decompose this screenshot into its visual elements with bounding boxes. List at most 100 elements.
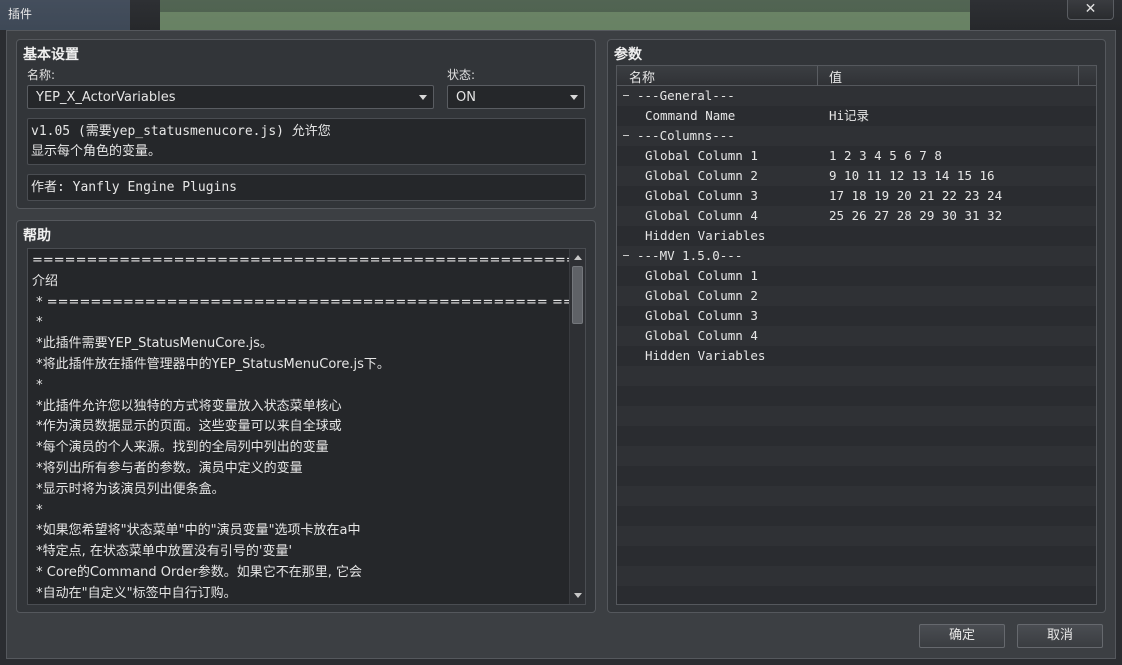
help-line: *此插件允许您以独特的方式将变量放入状态菜单核心 [32,398,342,414]
description-box: v1.05 (需要yep_statusmenucore.js) 允许您 显示每个角… [27,118,586,165]
collapse-icon[interactable] [623,95,629,96]
author-box: 作者: Yanfly Engine Plugins [27,174,586,201]
parameter-name: Global Column 3 [645,308,758,323]
ok-button[interactable]: 确定 [919,624,1005,648]
status-label: 状态: [447,68,476,82]
close-icon: ✕ [1084,1,1097,17]
scroll-up-icon[interactable] [574,255,582,260]
parameter-group-row[interactable]: ---Columns--- [617,126,1096,146]
close-button[interactable]: ✕ [1067,0,1114,20]
help-line: * [32,315,43,331]
help-line: *自动在"自定义"标签中自行订购。 [32,585,237,601]
status-select[interactable]: ON [447,85,585,109]
empty-row [617,426,1096,446]
empty-row [617,466,1096,486]
column-header-value[interactable]: 值 [829,67,842,86]
parameter-name: Global Column 2 [645,168,758,183]
parameter-name: ---MV 1.5.0--- [637,248,743,263]
parameter-row[interactable]: Hidden Variables [617,226,1096,246]
help-line: *将列出所有参与者的参数。演员中定义的变量 [32,460,303,476]
empty-row [617,366,1096,386]
parameter-name: Command Name [645,108,736,123]
help-text-area[interactable]: ========================================… [27,248,586,605]
parameter-row[interactable]: Command Name Hi记录 [617,106,1096,126]
empty-row [617,406,1096,426]
plugin-name-value: YEP_X_ActorVariables [36,90,176,105]
empty-row [617,566,1096,586]
parameters-header: 名称 值 [617,66,1096,86]
help-line: *特定点, 在状态菜单中放置没有引号的'变量' [32,544,293,560]
description-line: 显示每个角色的变量。 [31,144,162,159]
empty-row [617,586,1096,604]
parameter-value: Hi记录 [829,108,870,123]
help-text-lines: ========================================… [32,251,570,604]
parameter-name: Hidden Variables [645,348,766,363]
help-line: * ======================================… [36,294,570,310]
help-line: ========================================… [32,253,570,268]
plugin-name-select[interactable]: YEP_X_ActorVariables [27,85,434,109]
help-line: * Core的Command Order参数。如果它不在那里, 它会 [32,564,363,580]
column-header-name[interactable]: 名称 [629,67,655,86]
parameter-name: Global Column 2 [645,288,758,303]
empty-row [617,486,1096,506]
parameter-name: ---General--- [637,88,735,103]
scroll-down-icon[interactable] [574,593,582,598]
empty-row [617,386,1096,406]
column-divider[interactable] [1078,66,1079,86]
parameter-value: 25 26 27 28 29 30 31 32 [829,208,1003,223]
parameter-value: 9 10 11 12 13 14 15 16 [829,168,995,183]
parameter-name: Hidden Variables [645,228,766,243]
title-bar: 插件 ✕ [0,0,1122,30]
help-line: *如果您希望将"状态菜单"中的"演员变量"选项卡放在a中 [32,523,361,539]
parameter-name: Global Column 4 [645,208,758,223]
description-line: v1.05 (需要yep_statusmenucore.js) 允许您 [31,124,331,139]
name-label: 名称: [27,68,56,82]
help-line: *作为演员数据显示的页面。这些变量可以来自全球或 [32,419,342,435]
parameter-row[interactable]: Global Column 2 [617,286,1096,306]
parameter-name: Global Column 1 [645,148,758,163]
parameter-name: Global Column 3 [645,188,758,203]
title-background-decoration [0,0,970,30]
collapse-icon[interactable] [623,135,629,136]
chevron-down-icon [419,95,427,100]
parameter-row[interactable]: Global Column 2 9 10 11 12 13 14 15 16 [617,166,1096,186]
help-line: *每个演员的个人来源。找到的全局列中列出的变量 [32,440,329,456]
parameter-value: 17 18 19 20 21 22 23 24 [829,188,1003,203]
parameter-name: Global Column 4 [645,328,758,343]
parameter-name: Global Column 1 [645,268,758,283]
collapse-icon[interactable] [623,255,629,256]
help-line: *此插件需要YEP_StatusMenuCore.js。 [32,336,273,352]
parameter-row[interactable]: Global Column 4 25 26 27 28 29 30 31 32 [617,206,1096,226]
help-line: *将此插件放在插件管理器中的YEP_StatusMenuCore.js下。 [32,356,390,372]
empty-row [617,526,1096,546]
parameter-row[interactable]: Hidden Variables [617,346,1096,366]
help-title: 帮助 [23,228,51,244]
parameters-table[interactable]: 名称 值 ---General--- Command Name Hi记录 ---Col… [616,65,1097,605]
parameter-name: ---Columns--- [637,128,735,143]
help-line: * [32,502,43,518]
help-line: 介绍 [32,273,59,289]
help-line: *显示时将为该演员列出便条盒。 [32,481,225,497]
author-text: 作者: Yanfly Engine Plugins [31,180,238,195]
parameter-value: 1 2 3 4 5 6 7 8 [829,148,942,163]
parameter-group-row[interactable]: ---MV 1.5.0--- [617,246,1096,266]
parameter-row[interactable]: Global Column 4 [617,326,1096,346]
parameter-row[interactable]: Global Column 3 [617,306,1096,326]
empty-row [617,446,1096,466]
parameter-row[interactable]: Global Column 1 1 2 3 4 5 6 7 8 [617,146,1096,166]
window-title: 插件 [8,7,33,21]
empty-row [617,546,1096,566]
help-line: * [32,377,43,393]
basic-settings-title: 基本设置 [23,47,79,63]
status-value: ON [456,90,476,105]
parameter-row[interactable]: Global Column 3 17 18 19 20 21 22 23 24 [617,186,1096,206]
empty-row [617,506,1096,526]
help-scrollbar[interactable] [569,249,585,604]
chevron-down-icon [570,95,578,100]
cancel-button[interactable]: 取消 [1017,624,1103,648]
parameter-group-row[interactable]: ---General--- [617,86,1096,106]
parameters-title: 参数 [614,47,642,63]
parameter-row[interactable]: Global Column 1 [617,266,1096,286]
column-divider[interactable] [817,66,818,86]
scroll-thumb[interactable] [572,266,583,324]
